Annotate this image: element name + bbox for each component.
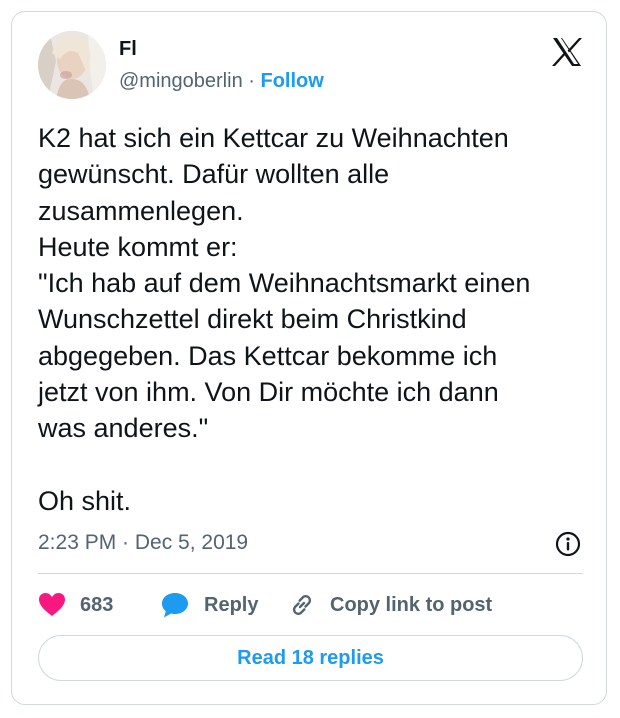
reply-button[interactable]: Reply [160,588,258,622]
like-count: 683 [80,593,114,616]
copy-link-button[interactable]: Copy link to post [288,588,492,622]
tweet-timestamp[interactable]: 2:23 PM · Dec 5, 2019 [38,531,248,555]
avatar[interactable] [38,31,106,99]
author-handle-line: @mingoberlin · Follow [119,70,324,93]
x-logo-icon[interactable] [551,36,583,68]
author-handle[interactable]: @mingoberlin [119,70,243,92]
like-button[interactable]: 683 [38,588,113,622]
speech-bubble-icon [160,591,190,619]
link-icon [288,591,316,619]
copy-link-label: Copy link to post [330,593,493,616]
action-bar: 683 Reply Copy link to post [38,588,583,622]
handle-separator: · [248,70,255,92]
read-replies-button[interactable]: Read 18 replies [38,635,583,681]
author-display-name[interactable]: Fl [119,38,137,61]
follow-button[interactable]: Follow [261,70,324,92]
tweet-text: K2 hat sich ein Kettcar zu Weihnachten g… [38,123,531,516]
reply-label: Reply [204,593,259,616]
info-icon[interactable] [555,531,581,557]
avatar-photo [38,31,106,99]
heart-icon [38,592,66,618]
divider [38,573,583,574]
tweet-card: Fl @mingoberlin · Follow K2 hat sich ein… [11,11,607,705]
